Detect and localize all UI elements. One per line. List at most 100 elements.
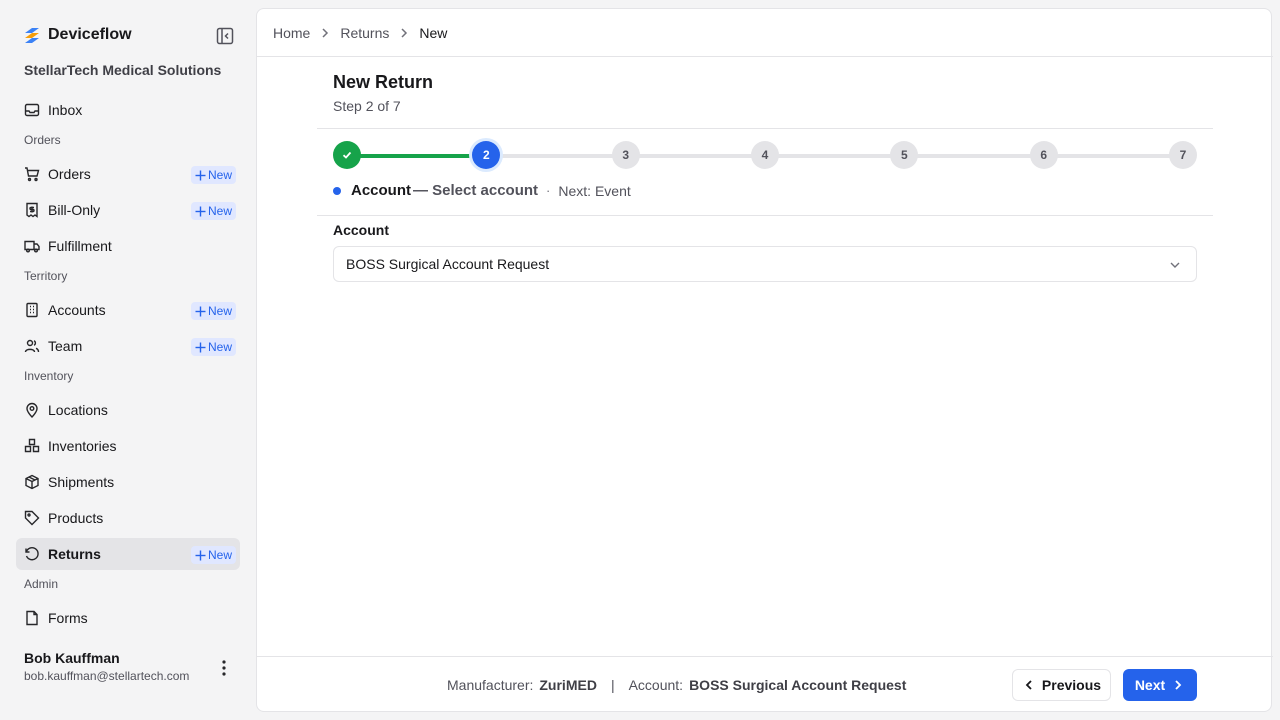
new-return-button[interactable]: New: [190, 546, 236, 564]
step-connector: [498, 154, 614, 158]
sidebar-item-bill-only[interactable]: Bill-Only New: [16, 194, 240, 226]
check-icon: [342, 151, 352, 159]
step-7[interactable]: 7: [1169, 141, 1197, 169]
step-1[interactable]: [333, 141, 361, 169]
current-step-dot: [333, 186, 341, 195]
collapse-sidebar-icon[interactable]: [216, 27, 234, 45]
deviceflow-logo-icon: [25, 28, 39, 43]
sidebar-item-label: Orders: [48, 166, 91, 182]
sidebar-item-orders[interactable]: Orders New: [16, 158, 240, 190]
rotate-ccw-icon: [25, 547, 39, 561]
plus-icon: [195, 550, 206, 560]
next-button[interactable]: Next: [1123, 669, 1197, 701]
step-connector: [637, 154, 753, 158]
plus-icon: [195, 206, 206, 216]
stepper: 2 3 4 5 6 7: [333, 140, 1197, 170]
breadcrumb-home[interactable]: Home: [273, 25, 310, 41]
account-summary-value: BOSS Surgical Account Request: [689, 677, 907, 693]
sidebar-item-fulfillment[interactable]: Fulfillment: [16, 230, 240, 262]
chevron-left-icon: [1025, 680, 1032, 690]
nav-section-admin: Admin: [24, 577, 59, 591]
manufacturer-value: ZuriMED: [539, 677, 597, 693]
sidebar-item-label: Shipments: [48, 474, 115, 490]
step-connector: [359, 154, 475, 158]
file-icon: [26, 610, 38, 626]
sidebar-item-returns[interactable]: Returns New: [16, 538, 240, 570]
new-bill-only-button[interactable]: New: [190, 202, 236, 220]
user-email: bob.kauffman@stellartech.com: [24, 669, 190, 683]
map-pin-icon: [26, 402, 38, 418]
sidebar-item-label: Team: [48, 338, 83, 354]
sidebar-item-team[interactable]: Team New: [16, 330, 240, 362]
more-vertical-icon[interactable]: [216, 658, 232, 678]
sidebar-item-shipments[interactable]: Shipments: [16, 466, 240, 498]
new-account-button[interactable]: New: [190, 302, 236, 320]
sidebar-item-inbox[interactable]: Inbox: [16, 94, 240, 126]
sidebar-item-label: Forms: [48, 610, 88, 626]
sidebar-item-label: Inventories: [48, 438, 117, 454]
brand[interactable]: Deviceflow: [24, 26, 132, 44]
sidebar-item-products[interactable]: Products: [16, 502, 240, 534]
new-order-button[interactable]: New: [190, 166, 236, 184]
current-step-description: — Select account: [413, 182, 539, 199]
page-subtitle: Step 2 of 7: [333, 98, 401, 114]
chevron-down-icon: [1170, 262, 1180, 268]
plus-icon: [195, 170, 206, 180]
building-icon: [26, 302, 38, 318]
current-step-name: Account: [351, 182, 411, 199]
step-connector: [916, 154, 1032, 158]
sidebar-item-locations[interactable]: Locations: [16, 394, 240, 426]
cart-icon: [25, 167, 40, 182]
sidebar-item-accounts[interactable]: Accounts New: [16, 294, 240, 326]
sidebar-item-forms[interactable]: Forms: [16, 602, 240, 634]
account-summary-label: Account:: [628, 677, 684, 693]
sidebar-item-label: Locations: [48, 402, 108, 418]
account-select-value: BOSS Surgical Account Request: [346, 256, 550, 272]
users-icon: [24, 339, 40, 353]
step-2[interactable]: 2: [472, 141, 501, 169]
manufacturer-label: Manufacturer:: [447, 677, 534, 693]
boxes-icon: [24, 438, 40, 453]
sidebar-item-label: Accounts: [48, 302, 106, 318]
user-name: Bob Kauffman: [24, 650, 120, 666]
chevron-right-icon: [401, 28, 408, 38]
org-name: StellarTech Medical Solutions: [24, 62, 222, 78]
sidebar-item-label: Returns: [48, 546, 101, 562]
chevron-right-icon: [1175, 680, 1182, 690]
account-select[interactable]: BOSS Surgical Account Request: [333, 246, 1197, 282]
plus-icon: [195, 342, 206, 352]
breadcrumb: Home Returns New: [273, 25, 447, 41]
step-4[interactable]: 4: [751, 141, 779, 169]
new-team-button[interactable]: New: [190, 338, 236, 356]
step-5[interactable]: 5: [890, 141, 919, 169]
nav-section-orders: Orders: [24, 133, 61, 147]
current-step-info: Account — Select account · Next: Event: [333, 182, 631, 199]
plus-icon: [195, 306, 206, 316]
selection-summary: Manufacturer: ZuriMED | Account: BOSS Su…: [447, 677, 906, 693]
sidebar-item-inventories[interactable]: Inventories: [16, 430, 240, 462]
step-3[interactable]: 3: [611, 141, 640, 169]
divider: [317, 215, 1213, 216]
step-connector: [1055, 154, 1171, 158]
next-step-hint: Next: Event: [558, 182, 631, 199]
app-name: Deviceflow: [48, 26, 132, 43]
step-separator: ·: [546, 183, 551, 198]
sidebar: Deviceflow StellarTech Medical Solutions…: [0, 0, 256, 720]
tag-icon: [24, 510, 40, 526]
sidebar-item-label: Products: [48, 510, 104, 526]
sidebar-item-label: Bill-Only: [48, 202, 101, 218]
header-divider: [257, 56, 1273, 57]
truck-icon: [24, 240, 40, 253]
main-panel: Home Returns New New Return Step 2 of 7 …: [256, 8, 1273, 712]
user-profile[interactable]: Bob Kauffman bob.kauffman@stellartech.co…: [24, 650, 189, 683]
divider: [317, 128, 1213, 129]
step-6[interactable]: 6: [1029, 141, 1058, 169]
sidebar-item-label: Fulfillment: [48, 238, 112, 254]
receipt-icon: [26, 202, 38, 218]
nav-section-inventory: Inventory: [24, 369, 74, 383]
summary-separator: |: [610, 677, 615, 693]
sidebar-nav: Inbox Orders Orders New Bill-Only New Fu…: [16, 94, 240, 640]
breadcrumb-returns[interactable]: Returns: [340, 25, 389, 41]
previous-button[interactable]: Previous: [1012, 669, 1111, 701]
footer-divider: [257, 656, 1273, 657]
